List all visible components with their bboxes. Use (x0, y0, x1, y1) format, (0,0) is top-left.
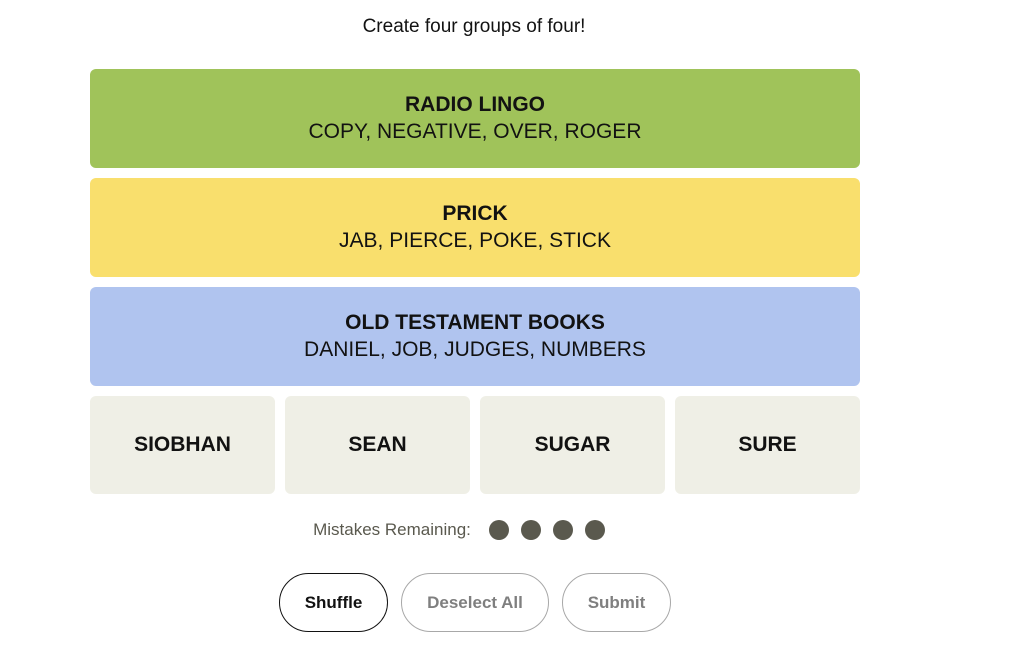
shuffle-button[interactable]: Shuffle (279, 573, 388, 632)
controls: Shuffle Deselect All Submit (279, 573, 671, 632)
word-tile[interactable]: SEAN (285, 396, 470, 494)
deselect-all-button[interactable]: Deselect All (401, 573, 549, 632)
solved-group-green: RADIO LINGO COPY, NEGATIVE, OVER, ROGER (90, 69, 860, 168)
group-members: JAB, PIERCE, POKE, STICK (339, 228, 611, 252)
group-title: OLD TESTAMENT BOOKS (345, 310, 605, 334)
word-tile[interactable]: SIOBHAN (90, 396, 275, 494)
tiles-row: SIOBHAN SEAN SUGAR SURE (90, 396, 860, 494)
submit-button[interactable]: Submit (562, 573, 671, 632)
group-title: PRICK (442, 201, 508, 225)
group-title: RADIO LINGO (405, 92, 545, 116)
group-members: COPY, NEGATIVE, OVER, ROGER (308, 119, 642, 143)
word-tile[interactable]: SUGAR (480, 396, 665, 494)
mistake-dot (552, 520, 573, 540)
mistakes-label: Mistakes Remaining: (313, 520, 471, 539)
word-tile[interactable]: SURE (675, 396, 860, 494)
instructions: Create four groups of four! (362, 16, 586, 37)
mistakes-remaining: Mistakes Remaining: (0, 520, 918, 540)
mistake-dot (520, 520, 541, 540)
game-board: RADIO LINGO COPY, NEGATIVE, OVER, ROGER … (90, 69, 860, 494)
mistake-dot (488, 520, 509, 540)
mistake-dot (584, 520, 605, 540)
solved-group-yellow: PRICK JAB, PIERCE, POKE, STICK (90, 178, 860, 277)
group-members: DANIEL, JOB, JUDGES, NUMBERS (304, 337, 646, 361)
solved-group-blue: OLD TESTAMENT BOOKS DANIEL, JOB, JUDGES,… (90, 287, 860, 386)
